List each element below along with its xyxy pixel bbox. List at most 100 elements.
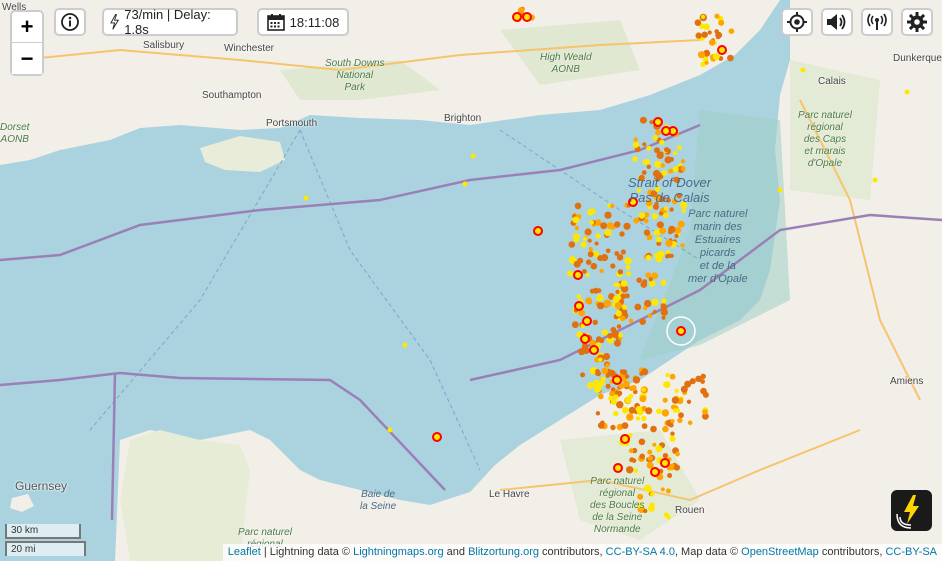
locate-button[interactable] (781, 8, 813, 36)
strike-dot (402, 342, 408, 348)
strike-dot (680, 243, 685, 248)
strike-dot (623, 380, 630, 388)
cc-license-link[interactable]: CC-BY-SA 4.0 (606, 546, 675, 558)
recent-strike-marker (582, 316, 592, 326)
strike-dot (470, 153, 476, 159)
strike-dot (676, 408, 681, 413)
strike-dot (656, 408, 662, 415)
calendar-icon (266, 14, 285, 31)
strike-dot (643, 218, 649, 224)
lightningmaps-link[interactable]: Lightningmaps.org (353, 546, 444, 558)
blitzortung-logo-button[interactable] (891, 490, 932, 531)
strike-dot (576, 294, 582, 299)
strike-dot (728, 28, 735, 34)
strike-dot (694, 19, 702, 27)
map-canvas[interactable] (0, 0, 942, 561)
strike-dot (620, 249, 627, 255)
strike-dot (718, 19, 725, 26)
strike-dot (590, 262, 598, 270)
strike-dot (663, 381, 669, 388)
strike-dot (727, 54, 734, 62)
cc-bysa-link[interactable]: CC-BY-SA (885, 546, 937, 558)
strike-dot (610, 387, 616, 392)
strike-dot (607, 333, 613, 339)
time-display[interactable]: 18:11:08 (257, 8, 349, 36)
strike-dot (605, 383, 611, 389)
strike-dot (639, 116, 647, 124)
strike-dot (587, 238, 592, 243)
label-amiens: Amiens (890, 376, 924, 387)
strike-dot (655, 129, 661, 136)
sound-button[interactable] (821, 8, 853, 36)
strike-dot (603, 353, 611, 360)
zoom-out-button[interactable]: − (12, 43, 42, 74)
leaflet-link[interactable]: Leaflet (228, 546, 261, 558)
strike-dot (580, 241, 587, 248)
label-calais: Calais (818, 76, 846, 87)
strike-dot (662, 397, 668, 403)
strike-dot (594, 241, 599, 246)
strike-dot (618, 332, 623, 338)
strike-dot (644, 484, 652, 493)
recent-strike-marker (589, 345, 599, 355)
strike-rate-display: 73/min | Delay: 1.8s (102, 7, 238, 37)
strike-dot (572, 233, 580, 241)
strike-dot (702, 409, 708, 415)
blitzortung-link[interactable]: Blitzortung.org (468, 546, 539, 558)
strike-dot (656, 221, 663, 228)
strike-dot (643, 229, 651, 236)
strike-dot (571, 321, 579, 329)
strike-dot (677, 417, 683, 424)
strike-dot (614, 339, 621, 347)
strike-dot (615, 310, 622, 317)
strike-dot (672, 150, 678, 156)
signal-button[interactable] (861, 8, 893, 36)
strike-dot (665, 372, 670, 378)
strike-dot (657, 250, 665, 258)
recent-strike-marker (573, 270, 583, 280)
strike-dot (633, 217, 640, 224)
strike-dot (674, 233, 679, 239)
strike-dot (620, 280, 628, 287)
strike-dot (587, 251, 594, 258)
zoom-in-button[interactable]: + (12, 12, 42, 43)
strike-dot (704, 60, 709, 65)
strike-dot (572, 216, 580, 224)
label-salisbury: Salisbury (143, 40, 185, 51)
strike-dot (644, 158, 651, 165)
label-high-weald: High Weald AONB (540, 52, 592, 75)
scale-bar-km: 30 km (5, 524, 81, 539)
recent-strike-marker (574, 301, 584, 311)
strike-dot (629, 457, 635, 463)
strike-dot (800, 67, 806, 73)
strike-dot (626, 271, 632, 277)
strike-dot (670, 431, 675, 436)
strike-dot (632, 156, 638, 162)
strike-dot (585, 259, 592, 266)
strike-dot (678, 412, 684, 419)
strike-dot (670, 419, 675, 424)
strike-dot (677, 145, 682, 151)
strike-dot (580, 372, 586, 378)
strike-dot (568, 241, 576, 248)
osm-link[interactable]: OpenStreetMap (741, 546, 819, 558)
strike-dot (660, 279, 667, 286)
recent-strike-marker (660, 458, 670, 468)
strike-dot (701, 14, 706, 19)
strike-dot (462, 181, 468, 187)
rate-text: 73/min | Delay: 1.8s (124, 7, 211, 37)
land-cotentin (120, 430, 250, 561)
recent-strike-marker (612, 375, 622, 385)
strike-dot (645, 254, 652, 261)
strike-dot (613, 394, 619, 400)
strike-dot (641, 415, 647, 422)
strike-dot (650, 425, 657, 433)
strike-dot (628, 406, 636, 414)
info-button[interactable] (54, 8, 86, 36)
strike-dot (597, 422, 605, 429)
settings-button[interactable] (901, 8, 933, 36)
strike-dot (665, 254, 670, 259)
strike-dot (605, 362, 610, 368)
strike-dot (660, 487, 665, 492)
strike-dot (648, 280, 656, 287)
